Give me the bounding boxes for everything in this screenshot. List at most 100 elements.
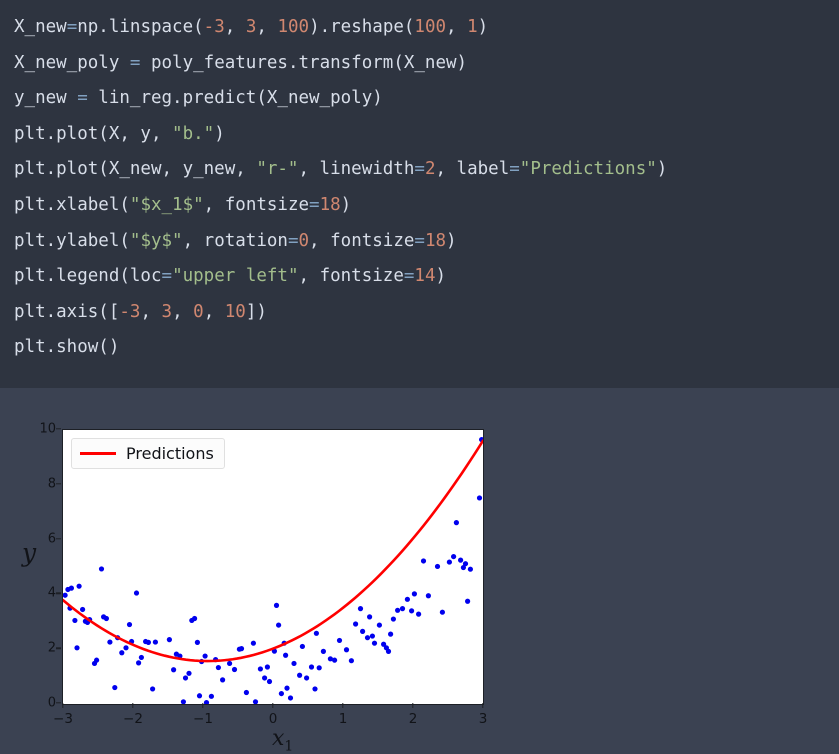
code-token: plt.axis([ (14, 301, 120, 322)
x-tick-mark (272, 703, 274, 708)
code-token: 1 (467, 17, 478, 37)
code-token: , (446, 17, 468, 37)
scatter-point (123, 645, 129, 651)
code-token: 10 (224, 301, 246, 322)
code-token: y_new (14, 88, 78, 109)
code-token: -3 (203, 17, 225, 37)
y-tick-mark (56, 537, 61, 540)
scatter-point (103, 615, 109, 622)
y-tick-mark (56, 483, 61, 485)
scatter-point (171, 667, 177, 673)
code-token: plt.plot(X, y, (14, 123, 173, 144)
scatter-point (257, 666, 263, 672)
scatter-point (371, 640, 378, 646)
scatter-point (262, 675, 268, 681)
scatter-point (357, 606, 364, 612)
scatter-point (446, 559, 452, 565)
x-tick-label: −2 (123, 711, 143, 727)
scatter-point (453, 520, 459, 526)
scatter-point (476, 495, 483, 501)
code-token: X_new (14, 17, 67, 37)
code-line: plt.plot(X_new, y_new, "r-", linewidth=2… (14, 152, 839, 188)
scatter-point (299, 643, 305, 650)
scatter-point (343, 647, 350, 653)
scatter-point (369, 633, 375, 639)
scatter-point (250, 640, 256, 646)
scatter-point (266, 678, 273, 685)
y-axis-label: y (22, 538, 37, 567)
code-token: = (77, 88, 88, 109)
x-tick-mark (342, 703, 344, 708)
code-token: = (161, 266, 173, 287)
x-axis-label: x1 (272, 726, 293, 754)
code-token: = (414, 159, 425, 180)
scatter-point (126, 621, 133, 628)
scatter-point (425, 593, 431, 599)
code-line: plt.xlabel("$x_1$", fontsize=18) (14, 188, 839, 224)
scatter-point (291, 660, 297, 667)
y-tick-mark (56, 592, 61, 595)
scatter-point (451, 553, 457, 560)
y-tick-label: 10 (39, 421, 56, 437)
code-token: , fontsize (203, 194, 310, 215)
code-token: "$y$" (129, 230, 183, 251)
x-tick-label: 3 (478, 711, 488, 727)
code-token: plt.ylabel( (14, 230, 130, 251)
code-line: X_new=np.linspace(-3, 3, 100).reshape(10… (14, 10, 839, 46)
code-token: ) (446, 230, 457, 251)
code-token: "upper left" (172, 266, 299, 287)
code-token: = (403, 266, 415, 287)
code-token: 18 (319, 194, 341, 215)
code-token: plt.plot(X_new, y_new, (14, 159, 257, 180)
code-cell[interactable]: X_new=np.linspace(-3, 3, 100).reshape(10… (0, 0, 839, 388)
scatter-point (194, 639, 200, 645)
code-token: , rotation (182, 230, 288, 251)
y-tick-label: 0 (47, 695, 56, 711)
prediction-curve (63, 439, 483, 663)
scatter-point (404, 596, 410, 602)
scatter-point (76, 583, 82, 589)
y-tick-mark (56, 702, 61, 704)
code-token: ) (435, 266, 447, 287)
code-token: = (287, 230, 299, 251)
scatter-point (278, 690, 284, 697)
code-token: ]) (245, 301, 267, 322)
code-token: = (509, 159, 520, 180)
y-tick-mark (56, 428, 61, 430)
code-token: "Predictions" (519, 159, 657, 180)
code-line: plt.plot(X, y, "b.") (14, 117, 839, 153)
legend-line-swatch (80, 452, 116, 455)
scatter-point (312, 686, 318, 692)
code-token: , (172, 301, 194, 322)
scatter-point (68, 585, 74, 591)
scatter-point (94, 657, 100, 663)
scatter-point (136, 660, 142, 666)
scatter-point (238, 646, 245, 652)
x-tick-mark (412, 703, 414, 708)
x-tick-label: 1 (338, 711, 348, 727)
scatter-point (458, 557, 464, 563)
scatter-point (390, 616, 396, 622)
scatter-point (227, 660, 233, 667)
code-token: 0 (298, 230, 310, 251)
scatter-point (182, 675, 189, 681)
legend-box[interactable]: Predictions (71, 438, 225, 469)
scatter-point (264, 664, 270, 670)
code-token: 3 (245, 17, 257, 37)
code-line: y_new = lin_reg.predict(X_new_poly) (14, 81, 839, 117)
scatter-point (320, 648, 326, 654)
code-token: -3 (119, 301, 141, 322)
scatter-point (385, 648, 392, 654)
scatter-point (208, 693, 214, 699)
y-tick-label: 8 (47, 476, 56, 492)
scatter-point (283, 652, 289, 658)
scatter-point (243, 689, 249, 696)
code-source: X_new=np.linspace(-3, 3, 100).reshape(10… (14, 10, 839, 366)
code-line: plt.ylabel("$y$", rotation=0, fontsize=1… (14, 224, 839, 260)
x-tick-label: −1 (193, 711, 213, 727)
scatter-point (416, 611, 422, 617)
scatter-point (348, 658, 354, 664)
code-token: = (129, 52, 141, 73)
scatter-point (152, 639, 158, 645)
scatter-point (420, 558, 427, 564)
